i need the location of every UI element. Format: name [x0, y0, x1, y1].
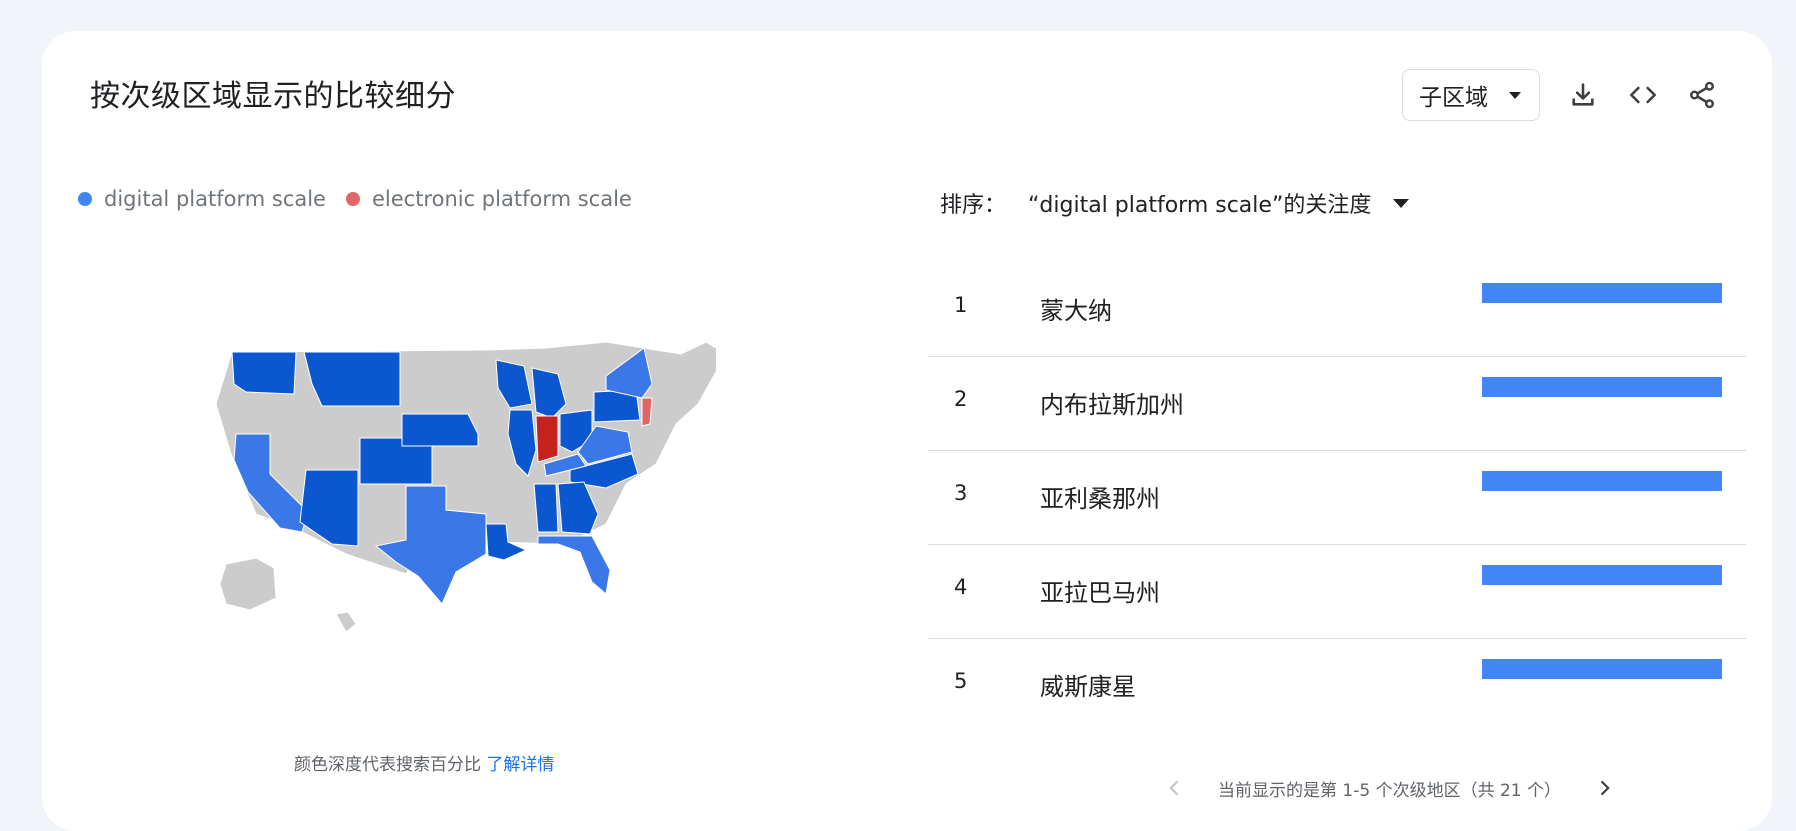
region-name: 亚利桑那州: [1040, 485, 1160, 513]
map-note-text: 颜色深度代表搜索百分比: [294, 755, 481, 775]
legend: digital platform scale electronic platfo…: [78, 187, 652, 211]
state-nebraska[interactable]: [401, 413, 479, 447]
region-name: 内布拉斯加州: [1040, 391, 1184, 419]
state-new-jersey[interactable]: [641, 397, 653, 427]
rank-number: 2: [954, 387, 968, 411]
legend-label-digital: digital platform scale: [104, 187, 326, 211]
ranking-row[interactable]: 4 亚拉巴马州: [928, 545, 1746, 639]
rank-bar-track: [1482, 471, 1722, 491]
region-level-select[interactable]: 子区域: [1402, 69, 1540, 121]
us-states-map: [186, 314, 727, 634]
rank-number: 1: [954, 293, 968, 317]
ranking-list: 1 蒙大纳 2 内布拉斯加州 3 亚利桑那州 4 亚拉巴马州 5 威斯康星: [928, 263, 1746, 733]
download-icon: [1572, 83, 1594, 106]
ranking-row[interactable]: 3 亚利桑那州: [928, 451, 1746, 545]
state-hawaii[interactable]: [335, 611, 357, 633]
rank-bar: [1482, 377, 1722, 397]
rank-number: 3: [954, 481, 968, 505]
rank-number: 5: [954, 669, 968, 693]
rank-bar-track: [1482, 377, 1722, 397]
chevron-left-icon: [1169, 780, 1179, 796]
state-florida[interactable]: [537, 535, 611, 595]
rank-bar-track: [1482, 283, 1722, 303]
state-montana[interactable]: [303, 351, 401, 407]
rank-bar-track: [1482, 565, 1722, 585]
state-washington[interactable]: [231, 351, 297, 395]
sort-label: 排序：: [940, 193, 1007, 218]
learn-more-link[interactable]: 了解详情: [486, 755, 554, 775]
map-note: 颜色深度代表搜索百分比 了解详情: [294, 750, 554, 775]
region-name: 威斯康星: [1040, 673, 1136, 701]
embed-button[interactable]: [1623, 75, 1663, 115]
us-map-svg: [215, 341, 727, 633]
ranking-row[interactable]: 2 内布拉斯加州: [928, 357, 1746, 451]
state-alabama[interactable]: [533, 483, 559, 533]
state-alaska[interactable]: [219, 557, 277, 611]
region-name: 蒙大纳: [1040, 297, 1112, 325]
state-indiana[interactable]: [535, 415, 559, 463]
rank-bar-track: [1482, 659, 1722, 679]
next-page-button[interactable]: [1589, 773, 1619, 803]
legend-item-digital: digital platform scale: [78, 187, 326, 211]
rank-bar: [1482, 283, 1722, 303]
ranking-row[interactable]: 1 蒙大纳: [928, 263, 1746, 357]
share-button[interactable]: [1682, 75, 1722, 115]
sort-value: “digital platform scale”的关注度: [1028, 193, 1372, 218]
embed-code-icon: [1630, 86, 1656, 104]
pagination: 当前显示的是第 1-5 个次级地区（共 21 个）: [1160, 773, 1619, 803]
rank-bar: [1482, 471, 1722, 491]
rank-number: 4: [954, 575, 968, 599]
legend-item-electronic: electronic platform scale: [345, 187, 632, 211]
region-name: 亚拉巴马州: [1040, 579, 1160, 607]
rank-bar: [1482, 565, 1722, 585]
legend-dot-red: [345, 192, 360, 206]
dropdown-caret-icon: [1509, 92, 1521, 99]
previous-page-button[interactable]: [1160, 773, 1190, 803]
card-title: 按次级区域显示的比较细分: [90, 79, 456, 114]
legend-label-electronic: electronic platform scale: [371, 187, 632, 211]
sort-caret-icon[interactable]: [1393, 198, 1410, 208]
download-button[interactable]: [1563, 75, 1603, 115]
ranking-row[interactable]: 5 威斯康星: [928, 639, 1746, 733]
legend-dot-blue: [78, 192, 92, 206]
share-icon: [1690, 81, 1714, 109]
chevron-right-icon: [1600, 780, 1610, 796]
region-level-select-value: 子区域: [1419, 85, 1488, 111]
rank-bar: [1482, 659, 1722, 679]
sort-control[interactable]: 排序： “digital platform scale”的关注度: [940, 187, 1410, 219]
